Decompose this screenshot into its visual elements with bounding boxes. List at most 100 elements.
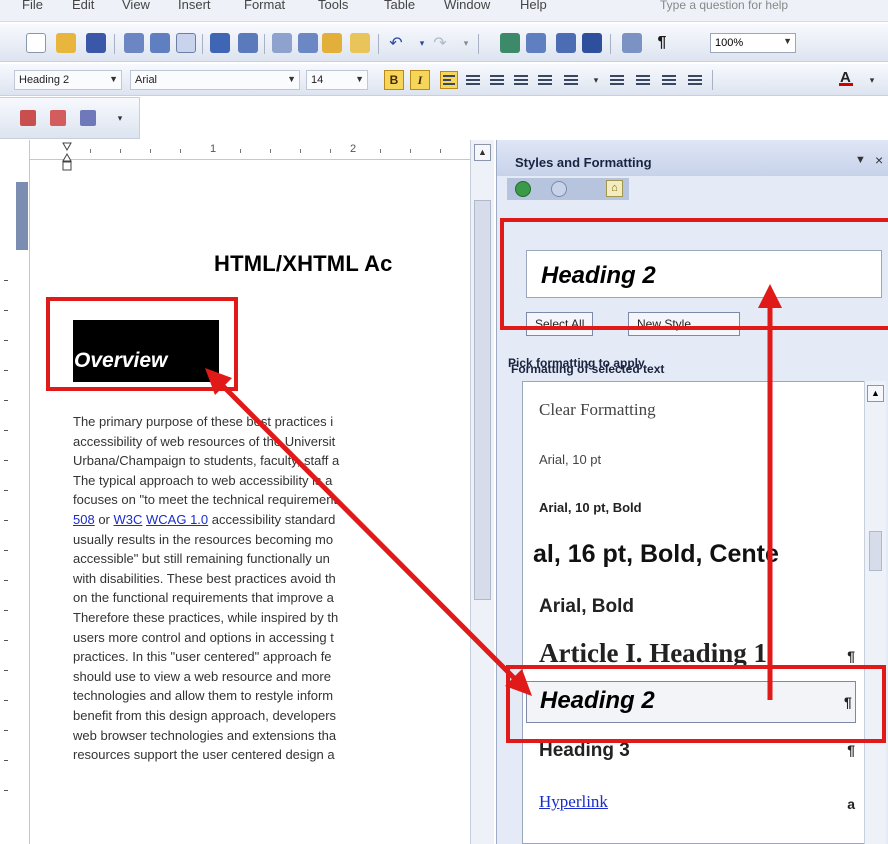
indent-marker-icon — [62, 142, 72, 171]
style-item-arial-10-bold[interactable]: Arial, 10 pt, Bold — [539, 500, 642, 515]
menu-tools[interactable]: Tools — [318, 0, 348, 12]
align-center-button[interactable] — [464, 71, 482, 89]
numbering-button[interactable] — [608, 71, 626, 89]
menu-format[interactable]: Format — [244, 0, 285, 12]
style-item-hyperlink[interactable]: Hyperlink — [539, 792, 608, 812]
research-icon[interactable] — [238, 33, 258, 53]
body-line: Urbana/Champaign to students, faculty, s… — [73, 453, 340, 469]
ruler-mark — [380, 149, 381, 153]
pdf-email-icon[interactable] — [50, 110, 66, 126]
ruler-mark — [440, 149, 441, 153]
font-size-select[interactable]: 14 ▼ — [306, 70, 368, 90]
style-select[interactable]: Heading 2 ▼ — [14, 70, 122, 90]
redo-dropdown-icon[interactable]: ▾ — [456, 33, 476, 53]
standard-toolbar: ↶ ▾ ↷ ▾ ¶ 100% ▼ — [0, 24, 888, 62]
pdf-icon[interactable] — [20, 110, 36, 126]
menu-table[interactable]: Table — [384, 0, 415, 12]
ruler-mark — [410, 149, 411, 153]
print-icon[interactable] — [150, 33, 170, 53]
line-spacing-button[interactable] — [562, 71, 580, 89]
body-line: Therefore these practices, while inspire… — [73, 609, 339, 625]
menu-help[interactable]: Help — [520, 0, 547, 12]
ruler-mark — [240, 149, 241, 153]
menu-insert[interactable]: Insert — [178, 0, 211, 12]
permission-icon[interactable] — [124, 33, 144, 53]
undo-icon[interactable]: ↶ — [386, 33, 406, 53]
zoom-select[interactable]: 100% ▼ — [710, 33, 796, 53]
decrease-indent-button[interactable] — [660, 71, 678, 89]
ruler-tick — [4, 790, 8, 791]
link-wcag[interactable]: WCAG 1.0 — [146, 512, 208, 527]
columns-icon[interactable] — [582, 33, 602, 53]
new-document-icon[interactable] — [26, 33, 46, 53]
tables-borders-icon[interactable] — [526, 33, 546, 53]
menu-file[interactable]: File — [22, 0, 43, 12]
style-item-arial-bold[interactable]: Arial, Bold — [539, 596, 634, 618]
home-icon[interactable]: ⌂ — [606, 180, 623, 197]
print-preview-icon[interactable] — [176, 33, 196, 53]
body-line: benefit from this design approach, devel… — [73, 707, 337, 723]
ruler-tick — [4, 460, 8, 461]
indent-marker[interactable] — [62, 142, 72, 172]
redo-icon[interactable]: ↷ — [430, 33, 450, 53]
format-painter-icon[interactable] — [350, 33, 370, 53]
document-scrollbar[interactable]: ▲ — [470, 140, 494, 844]
italic-button[interactable]: I — [410, 70, 430, 90]
ruler-tick — [4, 550, 8, 551]
document-map-icon[interactable] — [622, 33, 642, 53]
ruler-mark — [120, 149, 121, 153]
link-508[interactable]: 508 — [73, 512, 95, 527]
scroll-thumb[interactable] — [474, 200, 491, 600]
paste-icon[interactable] — [322, 33, 342, 53]
back-icon[interactable] — [515, 181, 531, 197]
menu-view[interactable]: View — [122, 0, 150, 12]
scroll-up-icon[interactable]: ▲ — [474, 144, 491, 161]
distributed-button[interactable] — [536, 71, 554, 89]
cut-icon[interactable] — [272, 33, 292, 53]
hyperlink-icon[interactable] — [500, 33, 520, 53]
ruler-tick — [4, 760, 8, 761]
menu-window[interactable]: Window — [444, 0, 490, 12]
style-list-scrollbar[interactable]: ▲ — [864, 381, 886, 844]
justify-button[interactable] — [512, 71, 530, 89]
body-line: The typical approach to web accessibilit… — [73, 472, 333, 488]
show-hide-pilcrow-icon[interactable]: ¶ — [652, 33, 672, 53]
font-value: Arial — [135, 74, 158, 86]
font-color-button[interactable]: A — [839, 69, 853, 86]
style-item-arial-16-bold-center[interactable]: al, 16 pt, Bold, Cente — [533, 540, 779, 569]
help-search-box[interactable]: Type a question for help — [660, 0, 860, 12]
scroll-thumb[interactable] — [869, 531, 882, 571]
forward-icon[interactable] — [551, 181, 567, 197]
style-item-clear-formatting[interactable]: Clear Formatting — [539, 400, 656, 420]
save-icon[interactable] — [86, 33, 106, 53]
bold-button[interactable]: B — [384, 70, 404, 90]
ruler-margin-block — [16, 182, 28, 250]
close-icon[interactable]: × — [875, 152, 883, 168]
spelling-icon[interactable] — [210, 33, 230, 53]
menu-edit[interactable]: Edit — [72, 0, 94, 12]
toolbar-options-icon[interactable]: ▾ — [110, 108, 130, 128]
line-spacing-dropdown-icon[interactable]: ▾ — [586, 70, 606, 90]
chevron-down-icon: ▼ — [109, 74, 118, 84]
toolbar-separator — [114, 34, 115, 54]
align-left-button[interactable] — [440, 71, 458, 89]
body-paragraph: The primary purpose of these best practi… — [73, 412, 471, 765]
increase-indent-button[interactable] — [686, 71, 704, 89]
align-right-button[interactable] — [488, 71, 506, 89]
link-w3c[interactable]: W3C — [114, 512, 143, 527]
open-folder-icon[interactable] — [56, 33, 76, 53]
font-color-dropdown-icon[interactable]: ▾ — [862, 70, 882, 90]
style-item-heading-3[interactable]: Heading 3 — [539, 740, 630, 762]
task-pane-menu-icon[interactable]: ▼ — [855, 154, 866, 166]
insert-table-icon[interactable] — [556, 33, 576, 53]
font-select[interactable]: Arial ▼ — [130, 70, 300, 90]
extra-toolbar: ▾ — [0, 97, 140, 139]
style-item-arial-10[interactable]: Arial, 10 pt — [539, 452, 601, 467]
scroll-up-icon[interactable]: ▲ — [867, 385, 884, 402]
pdf-review-icon[interactable] — [80, 110, 96, 126]
toolbar-separator — [202, 34, 203, 54]
body-line: accessibility of web resources of the Un… — [73, 433, 336, 449]
bullets-button[interactable] — [634, 71, 652, 89]
copy-icon[interactable] — [298, 33, 318, 53]
undo-dropdown-icon[interactable]: ▾ — [412, 33, 432, 53]
